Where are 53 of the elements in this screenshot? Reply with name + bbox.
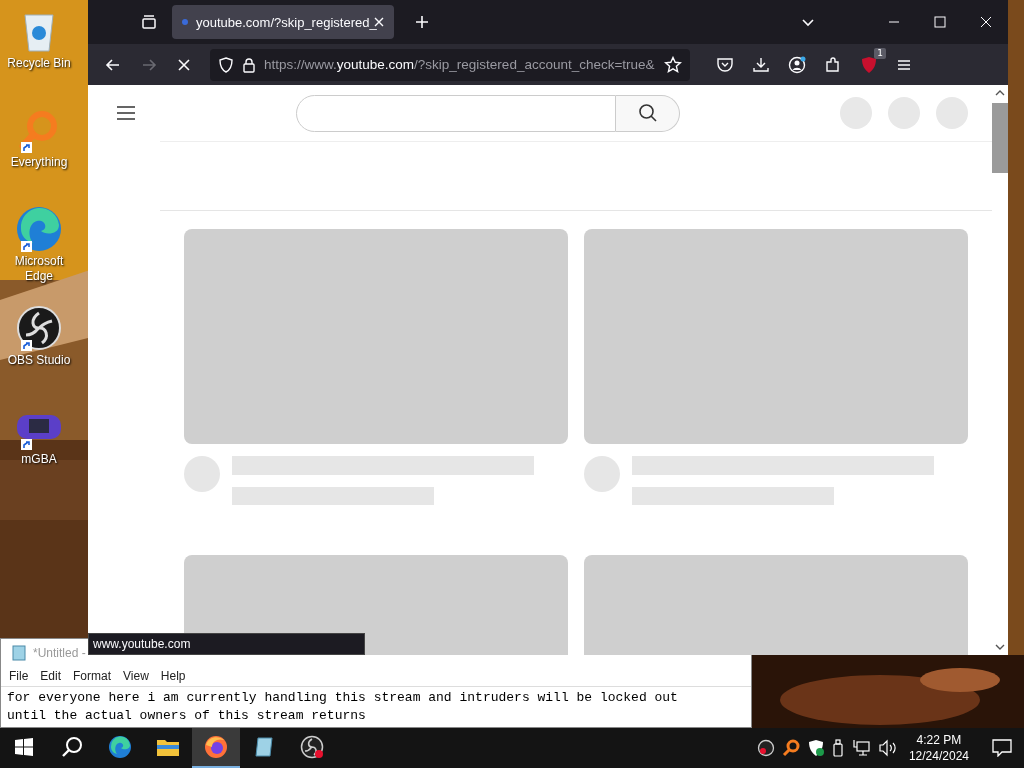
menu-item[interactable]: Help xyxy=(154,669,192,684)
notepad-icon xyxy=(253,736,275,758)
avatar-placeholder xyxy=(184,456,220,492)
menu-item[interactable]: View xyxy=(117,669,155,684)
edge-icon xyxy=(108,735,132,759)
search-icon xyxy=(61,736,83,758)
firefox-icon xyxy=(204,735,228,759)
star-icon[interactable] xyxy=(664,55,682,74)
scrollbar-thumb[interactable] xyxy=(992,103,1008,173)
edge-icon[interactable] xyxy=(15,205,63,253)
menu-item[interactable]: Edit xyxy=(34,669,68,684)
security-shield-icon[interactable] xyxy=(806,739,825,757)
search-button[interactable] xyxy=(616,94,680,132)
text-area[interactable]: for everyone here i am currently handling this stream and intruders will be locked out until the actual owners of this stream returns xyxy=(1,686,751,727)
search-icon xyxy=(637,103,658,123)
windows-logo-icon xyxy=(15,738,33,756)
desktop-icon-label[interactable]: mGBA xyxy=(3,452,75,467)
notification-icon[interactable] xyxy=(992,739,1012,757)
download-icon[interactable] xyxy=(752,55,770,74)
stop-icon[interactable] xyxy=(176,56,192,73)
lock-icon xyxy=(242,56,256,73)
magnifier-icon[interactable] xyxy=(781,739,800,757)
obs-icon xyxy=(300,735,324,759)
scroll-down-icon[interactable] xyxy=(995,643,1005,651)
address-bar[interactable]: https://www.youtube.com/?skip_registered_account_check=true& xyxy=(210,48,690,81)
new-tab-icon[interactable] xyxy=(414,14,430,30)
account-icon[interactable] xyxy=(788,55,806,74)
pocket-icon[interactable] xyxy=(716,55,734,74)
folder-icon xyxy=(156,737,180,757)
speaker-icon[interactable] xyxy=(877,739,898,757)
obs-icon[interactable] xyxy=(16,305,62,351)
taskbar-button[interactable] xyxy=(192,728,240,768)
url-text: https://www.youtube.com/?skip_registered_account_check=true& xyxy=(264,57,656,72)
window-title: *Untitled - xyxy=(33,645,86,660)
usb-drive-icon[interactable] xyxy=(831,739,846,757)
close-icon[interactable] xyxy=(980,16,992,28)
browser-tab[interactable]: youtube.com/?skip_registered_ xyxy=(172,5,394,39)
menu-item[interactable]: File xyxy=(3,669,35,684)
obs-icon[interactable] xyxy=(756,739,775,757)
avatar-placeholder xyxy=(584,456,620,492)
shield-extension-icon[interactable] xyxy=(860,55,878,74)
maximize-icon[interactable] xyxy=(934,16,946,28)
notepad-icon xyxy=(11,644,27,661)
clock[interactable]: 4:22 PM 12/24/2024 xyxy=(908,732,969,764)
shield-icon xyxy=(218,56,234,73)
tab-overview-icon[interactable] xyxy=(140,13,158,31)
menu-icon[interactable] xyxy=(116,105,136,121)
menu-item[interactable]: Format xyxy=(67,669,118,684)
extension-badge: 1 xyxy=(874,47,886,59)
network-icon[interactable] xyxy=(852,739,871,757)
puzzle-icon[interactable] xyxy=(824,55,842,74)
scroll-up-icon[interactable] xyxy=(995,89,1005,97)
desktop-icon-label[interactable]: OBS Studio xyxy=(3,353,75,368)
